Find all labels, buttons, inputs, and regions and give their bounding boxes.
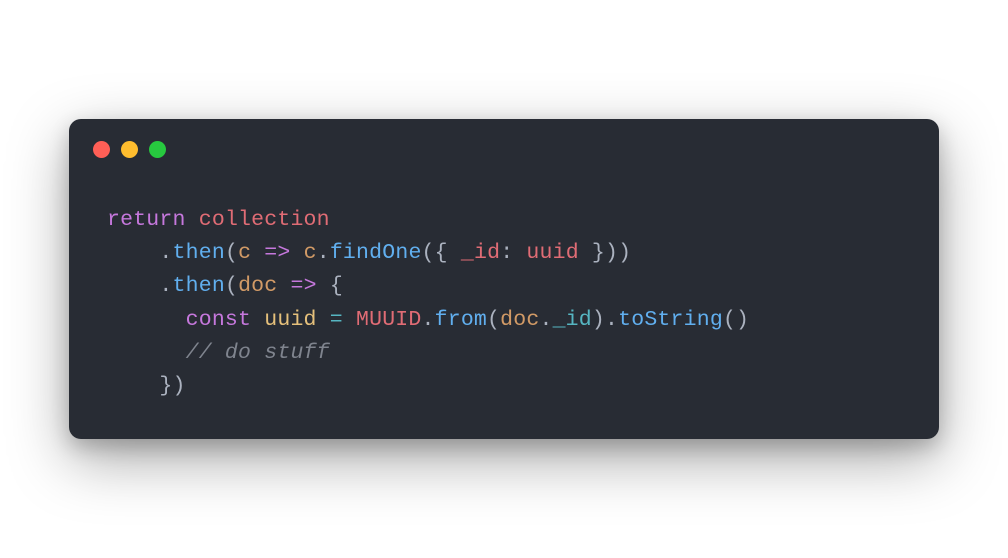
keyword-return: return: [107, 208, 186, 232]
object-key-id: _id: [461, 241, 500, 265]
indent: [107, 308, 186, 332]
param-c: c: [238, 241, 251, 265]
property-id: _id: [553, 308, 592, 332]
punct-open-brace: {: [435, 241, 461, 265]
window-titlebar: [69, 119, 939, 166]
indent: [107, 374, 159, 398]
identifier-c: c: [304, 241, 317, 265]
punct-open-paren: (: [225, 274, 238, 298]
punct-open-paren: (: [225, 241, 238, 265]
method-findone: findOne: [330, 241, 422, 265]
punct-dot: .: [605, 308, 618, 332]
comment: // do stuff: [186, 341, 330, 365]
param-doc: doc: [238, 274, 277, 298]
punct-close-paren: ): [605, 241, 618, 265]
punct-close-paren: ): [736, 308, 749, 332]
punct-dot: .: [159, 241, 172, 265]
indent: [107, 241, 159, 265]
method-tostring: toString: [618, 308, 723, 332]
close-icon[interactable]: [93, 141, 110, 158]
punct-open-paren: (: [487, 308, 500, 332]
punct-dot: .: [317, 241, 330, 265]
punct-dot: .: [539, 308, 552, 332]
arrow: =>: [264, 241, 290, 265]
punct-open-brace: {: [330, 274, 343, 298]
punct-close-paren: ): [618, 241, 631, 265]
identifier-doc: doc: [500, 308, 539, 332]
minimize-icon[interactable]: [121, 141, 138, 158]
punct-colon: :: [500, 241, 526, 265]
method-then: then: [173, 241, 225, 265]
method-then: then: [173, 274, 225, 298]
keyword-const: const: [186, 308, 252, 332]
variable-uuid: uuid: [264, 308, 316, 332]
punct-open-paren: (: [422, 241, 435, 265]
punct-close-paren: ): [592, 308, 605, 332]
zoom-icon[interactable]: [149, 141, 166, 158]
indent: [107, 274, 159, 298]
punct-close-brace: }: [159, 374, 172, 398]
punct-close-paren: ): [173, 374, 186, 398]
operator-equals: =: [330, 308, 343, 332]
code-block: return collection .then(c => c.findOne({…: [69, 166, 939, 404]
identifier-uuid: uuid: [526, 241, 578, 265]
code-window: return collection .then(c => c.findOne({…: [69, 119, 939, 440]
method-from: from: [435, 308, 487, 332]
class-muuid: MUUID: [356, 308, 422, 332]
indent: [107, 341, 186, 365]
identifier-collection: collection: [199, 208, 330, 232]
punct-dot: .: [422, 308, 435, 332]
arrow: =>: [290, 274, 316, 298]
punct-open-paren: (: [723, 308, 736, 332]
punct-dot: .: [159, 274, 172, 298]
punct-close-brace: }: [579, 241, 605, 265]
